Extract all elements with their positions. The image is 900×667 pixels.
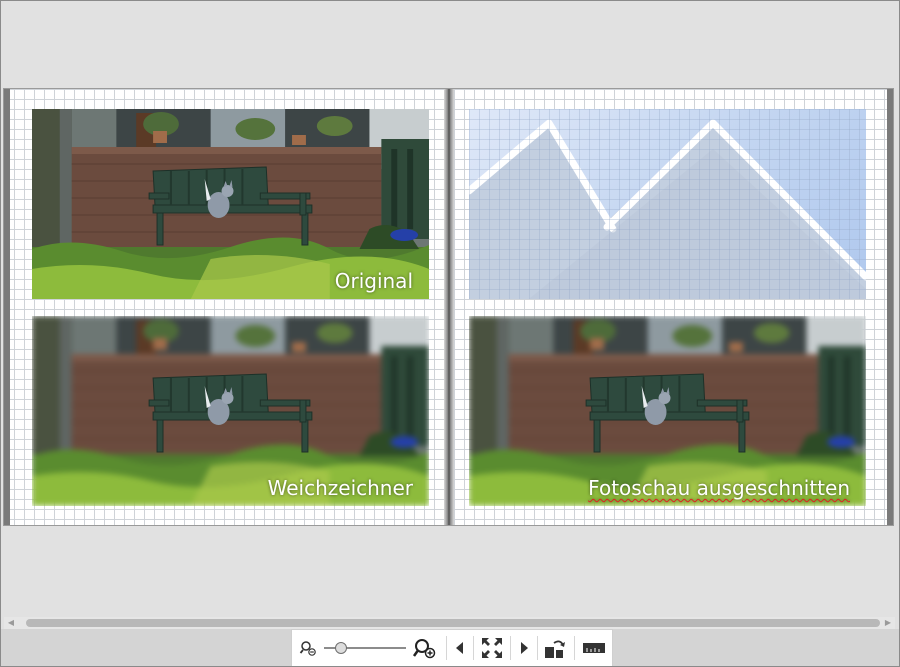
photo-frame-slideshow-cutout[interactable]: Fotoschau ausgeschnitten [469, 316, 866, 506]
toolbar-separator [537, 636, 538, 660]
placeholder-grid [469, 109, 866, 299]
previous-page-icon [456, 642, 463, 654]
photo-frame-soft-focus[interactable]: Weichzeichner [32, 316, 429, 506]
swap-pages-icon [545, 640, 565, 658]
book-left-edge [4, 89, 10, 525]
toolbar-separator [510, 636, 511, 660]
zoom-in-icon [412, 639, 436, 659]
previous-page-button[interactable] [451, 634, 469, 662]
fit-to-window-icon [482, 638, 502, 658]
scroll-left-icon[interactable]: ◀ [4, 617, 18, 629]
scroll-right-icon[interactable]: ▶ [881, 617, 895, 629]
book-right-edge [887, 89, 893, 525]
caption-soft-focus[interactable]: Weichzeichner [268, 476, 413, 500]
page-width-icon [583, 643, 605, 653]
toolbar-separator [574, 636, 575, 660]
book-spine [444, 89, 454, 525]
view-toolbar [291, 629, 613, 667]
zoom-in-button[interactable] [406, 634, 442, 662]
caption-original[interactable]: Original [335, 269, 413, 293]
zoom-slider[interactable] [324, 638, 406, 658]
horizontal-scrollbar[interactable]: ◀ ▶ [4, 617, 895, 629]
zoom-out-icon [299, 641, 316, 656]
scrollbar-thumb[interactable] [26, 619, 880, 627]
swap-pages-button[interactable] [542, 634, 570, 662]
zoom-slider-knob[interactable] [335, 642, 347, 654]
page-width-button[interactable] [579, 634, 609, 662]
caption-slideshow-cutout[interactable]: Fotoschau ausgeschnitten [588, 476, 850, 500]
photo-frame-original[interactable]: Original [32, 109, 429, 299]
fit-to-window-button[interactable] [478, 634, 506, 662]
photo-placeholder-frame[interactable] [469, 109, 866, 299]
toolbar-separator [473, 636, 474, 660]
zoom-out-button[interactable] [292, 634, 324, 662]
next-page-button[interactable] [515, 634, 533, 662]
next-page-icon [521, 642, 528, 654]
toolbar-separator [446, 636, 447, 660]
